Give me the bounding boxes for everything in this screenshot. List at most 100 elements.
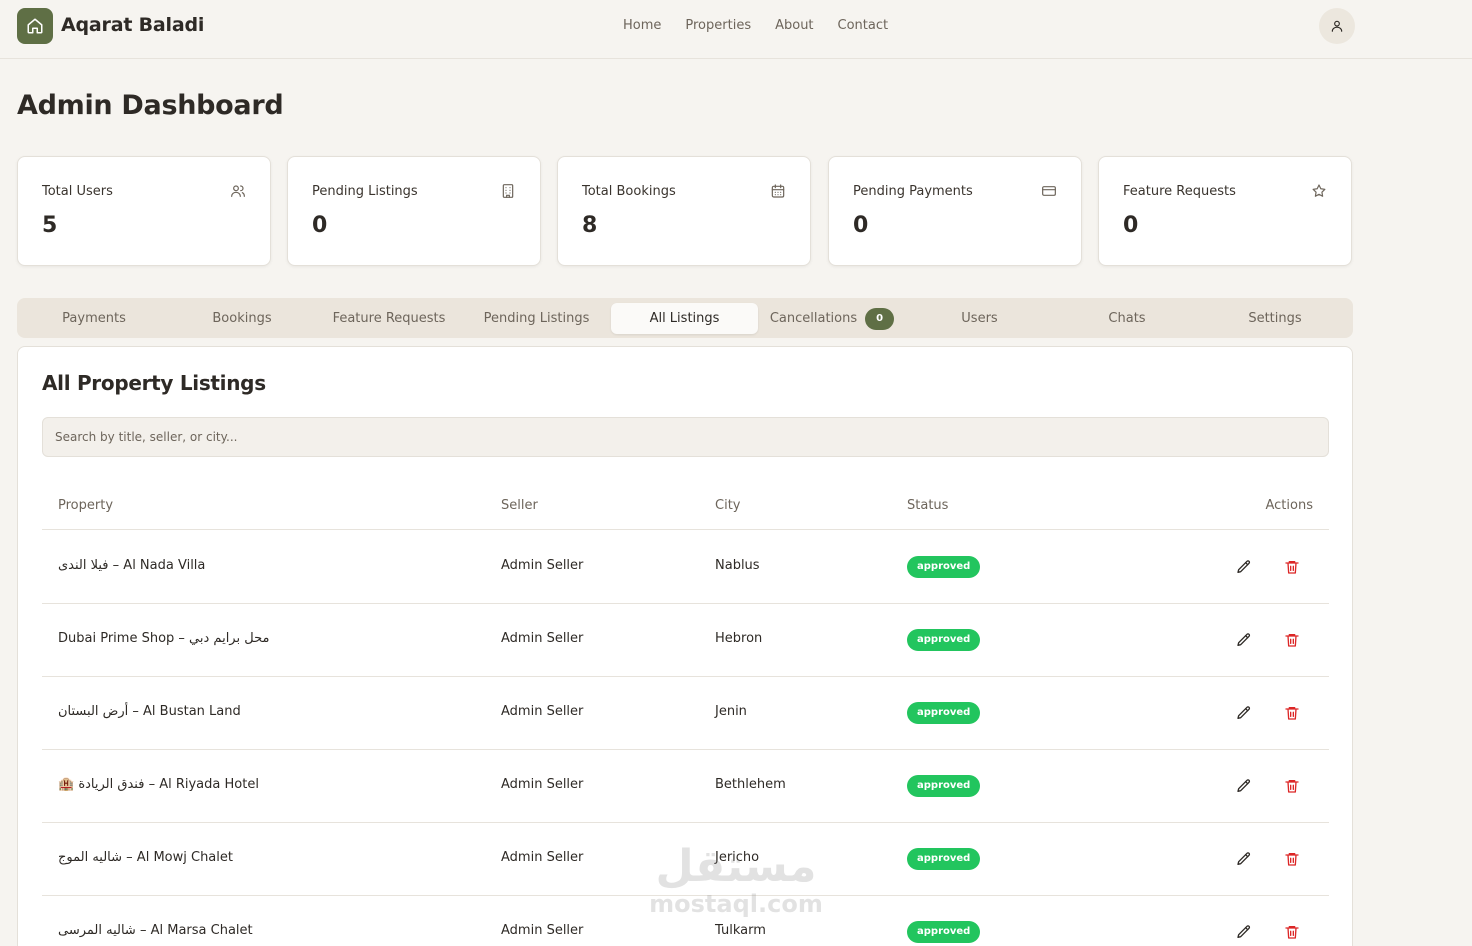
delete-button[interactable] xyxy=(1283,923,1301,941)
seller-name: Admin Seller xyxy=(501,850,584,865)
stat-label: Total Bookings xyxy=(582,184,676,199)
stat-card-pending-payments: Pending Payments 0 xyxy=(828,156,1082,266)
trash-icon xyxy=(1285,561,1299,574)
stat-value: 0 xyxy=(853,213,869,238)
table-row: Dubai Prime Shop – محل برايم دبي Admin S… xyxy=(42,604,1329,677)
users-icon xyxy=(231,185,245,197)
edit-button[interactable] xyxy=(1235,850,1253,868)
city-name: Nablus xyxy=(715,558,760,573)
city-name: Jenin xyxy=(715,704,747,719)
property-title: Dubai Prime Shop – محل برايم دبي xyxy=(58,631,270,646)
trash-icon xyxy=(1285,707,1299,720)
tab-all-listings[interactable]: All Listings xyxy=(611,303,758,334)
tab-pending-listings[interactable]: Pending Listings xyxy=(463,303,610,334)
pencil-icon xyxy=(1237,779,1251,792)
credit-card-icon xyxy=(1042,186,1056,196)
status-badge: approved xyxy=(907,848,981,870)
tab-payments[interactable]: Payments xyxy=(21,303,167,334)
stat-value: 0 xyxy=(312,213,328,238)
main-nav: Home Properties About Contact xyxy=(623,18,888,33)
stat-label: Total Users xyxy=(42,184,113,199)
column-header-property: Property xyxy=(58,498,114,513)
table-header: Property Seller City Status Actions xyxy=(42,485,1329,530)
stat-card-pending-listings: Pending Listings 0 xyxy=(287,156,541,266)
table-row: شاليه المرسى – Al Marsa Chalet Admin Sel… xyxy=(42,896,1329,946)
tab-cancellations-label: Cancellations xyxy=(769,311,858,326)
top-navbar: Aqarat Baladi Home Properties About Cont… xyxy=(0,0,1472,59)
tab-bookings[interactable]: Bookings xyxy=(169,303,315,334)
trash-icon xyxy=(1285,853,1299,866)
city-name: Hebron xyxy=(715,631,763,646)
stat-card-total-users: Total Users 5 xyxy=(17,156,271,266)
tab-users[interactable]: Users xyxy=(906,303,1053,334)
status-badge: approved xyxy=(907,702,981,724)
seller-name: Admin Seller xyxy=(501,923,584,938)
status-badge: approved xyxy=(907,775,981,797)
column-header-seller: Seller xyxy=(501,498,538,513)
star-icon xyxy=(1312,184,1326,197)
property-title: 🏨 فندق الريادة – Al Riyada Hotel xyxy=(58,777,259,792)
stat-label: Pending Payments xyxy=(853,184,973,199)
city-name: Tulkarm xyxy=(715,923,766,938)
stat-label: Feature Requests xyxy=(1123,184,1236,199)
edit-button[interactable] xyxy=(1235,923,1253,941)
city-name: Jericho xyxy=(715,850,760,865)
tab-chats[interactable]: Chats xyxy=(1054,303,1200,334)
edit-button[interactable] xyxy=(1235,631,1253,649)
nav-link-about[interactable]: About xyxy=(775,18,813,33)
home-logo-icon[interactable] xyxy=(17,8,53,44)
trash-icon xyxy=(1285,926,1299,939)
stat-card-total-bookings: Total Bookings 8 xyxy=(557,156,811,266)
cancellations-count-badge: 0 xyxy=(865,307,895,330)
delete-button[interactable] xyxy=(1283,704,1301,722)
trash-icon xyxy=(1285,634,1299,647)
stat-value: 0 xyxy=(1123,213,1139,238)
admin-tabs: Payments Bookings Feature Requests Pendi… xyxy=(17,298,1353,338)
status-badge: approved xyxy=(907,629,981,651)
nav-link-properties[interactable]: Properties xyxy=(685,18,751,33)
property-title: أرض البستان – Al Bustan Land xyxy=(58,704,241,719)
column-header-status: Status xyxy=(907,498,949,513)
column-header-actions: Actions xyxy=(1265,498,1314,513)
edit-button[interactable] xyxy=(1235,704,1253,722)
pencil-icon xyxy=(1237,706,1251,719)
user-icon xyxy=(1331,20,1343,32)
seller-name: Admin Seller xyxy=(501,777,584,792)
stat-label: Pending Listings xyxy=(312,184,418,199)
table-row: شاليه الموج – Al Mowj Chalet Admin Selle… xyxy=(42,823,1329,896)
property-title: شاليه المرسى – Al Marsa Chalet xyxy=(58,923,253,938)
tab-feature-requests[interactable]: Feature Requests xyxy=(316,303,462,334)
stat-value: 5 xyxy=(42,213,58,238)
listings-search-input[interactable] xyxy=(42,417,1329,457)
page-title: Admin Dashboard xyxy=(17,90,284,121)
stat-value: 8 xyxy=(582,213,598,238)
listings-title: All Property Listings xyxy=(42,371,266,395)
table-row: 🏨 فندق الريادة – Al Riyada Hotel Admin S… xyxy=(42,750,1329,823)
trash-icon xyxy=(1285,780,1299,793)
pencil-icon xyxy=(1237,925,1251,938)
status-badge: approved xyxy=(907,921,981,943)
delete-button[interactable] xyxy=(1283,850,1301,868)
pencil-icon xyxy=(1237,852,1251,865)
edit-button[interactable] xyxy=(1235,777,1253,795)
listings-panel: All Property Listings Property Seller Ci… xyxy=(17,346,1353,946)
status-badge: approved xyxy=(907,556,981,578)
pencil-icon xyxy=(1237,633,1251,646)
table-row: فيلا الندى – Al Nada Villa Admin Seller … xyxy=(42,531,1329,604)
delete-button[interactable] xyxy=(1283,631,1301,649)
edit-button[interactable] xyxy=(1235,558,1253,576)
delete-button[interactable] xyxy=(1283,558,1301,576)
stat-card-feature-requests: Feature Requests 0 xyxy=(1098,156,1352,266)
delete-button[interactable] xyxy=(1283,777,1301,795)
nav-link-home[interactable]: Home xyxy=(623,18,661,33)
brand-name[interactable]: Aqarat Baladi xyxy=(61,14,204,36)
table-row: أرض البستان – Al Bustan Land Admin Selle… xyxy=(42,677,1329,750)
calendar-icon xyxy=(771,184,785,198)
property-title: شاليه الموج – Al Mowj Chalet xyxy=(58,850,233,865)
user-profile-button[interactable] xyxy=(1319,8,1355,44)
tab-cancellations[interactable]: Cancellations 0 xyxy=(759,303,905,334)
building-icon xyxy=(502,184,514,198)
seller-name: Admin Seller xyxy=(501,704,584,719)
tab-settings[interactable]: Settings xyxy=(1201,303,1349,334)
nav-link-contact[interactable]: Contact xyxy=(838,18,889,33)
